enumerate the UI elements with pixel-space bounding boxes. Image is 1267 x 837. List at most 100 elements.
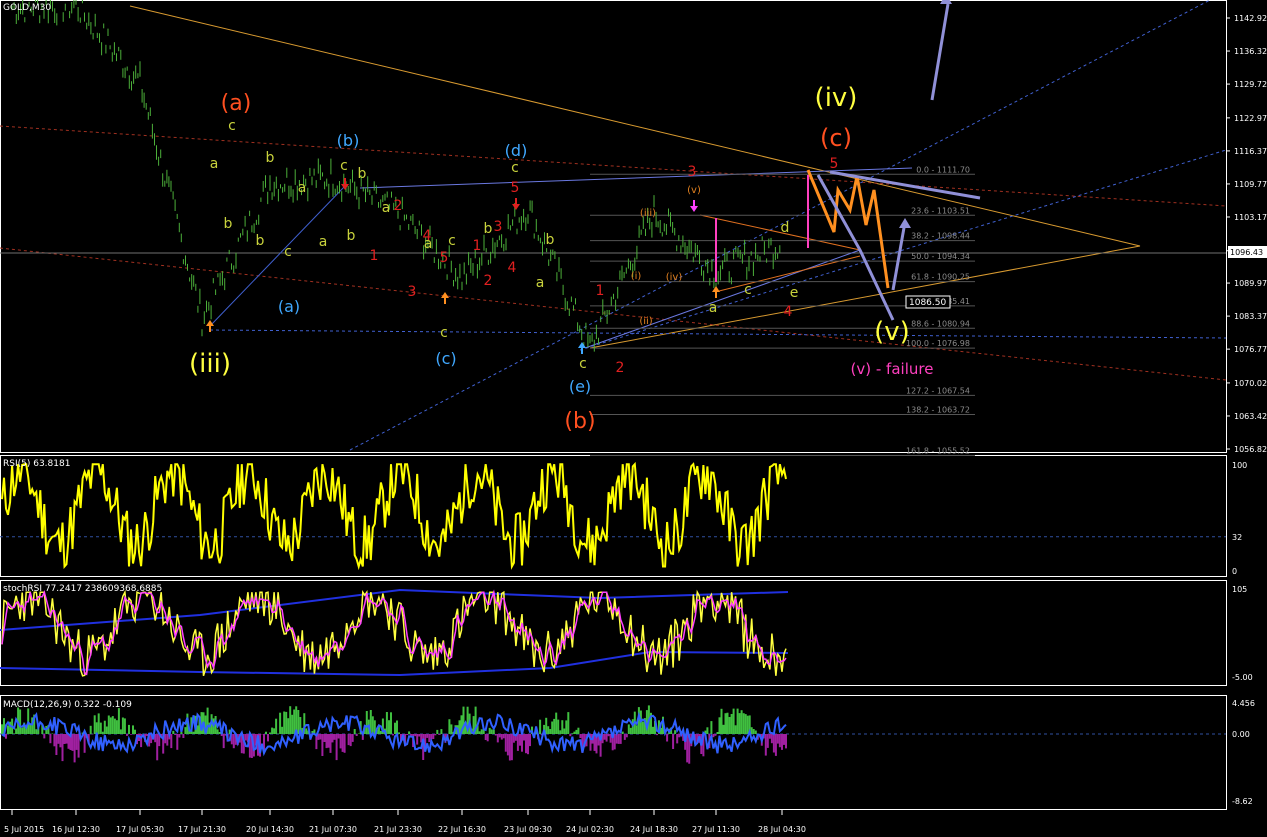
small-wave-label-39: (i) — [631, 271, 642, 282]
price-tick-label-5: 1109.77 — [1234, 180, 1267, 189]
time-label-4: 20 Jul 14:30 — [246, 825, 294, 834]
small-wave-label-12: c — [448, 233, 456, 249]
small-wave-label-38: 5 — [830, 156, 839, 172]
small-wave-label-28: 5 — [440, 250, 449, 266]
small-wave-label-43: (v) — [687, 185, 701, 196]
small-wave-label-7: c — [284, 244, 292, 260]
wave-label-c_paren: (c) — [435, 349, 456, 368]
time-label-7: 22 Jul 16:30 — [438, 825, 486, 834]
stoch-tick-1: -5.00 — [1232, 673, 1253, 682]
fib-label-0: 0.0 - 1111.70 — [916, 165, 970, 174]
small-wave-label-33: 5 — [511, 180, 520, 196]
price-tick-label-2: 1129.72 — [1234, 80, 1267, 89]
time-label-6: 21 Jul 23:30 — [374, 825, 422, 834]
wave-label-a_small_paren: (a) — [278, 297, 300, 316]
small-wave-label-22: e — [790, 285, 799, 301]
small-wave-label-42: (iv) — [666, 272, 683, 283]
wave-label-e_paren: (e) — [569, 377, 591, 396]
time-label-9: 24 Jul 02:30 — [566, 825, 614, 834]
small-wave-label-34: 1 — [596, 283, 605, 299]
small-wave-label-2: b — [266, 150, 275, 166]
small-wave-label-5: b — [256, 233, 265, 249]
small-wave-label-30: 2 — [484, 273, 493, 289]
projection-label: 1086.50 — [909, 298, 946, 308]
rsi-tick-2: 0 — [1232, 567, 1237, 576]
macd-panel-title: MACD(12,26,9) 0.322 -0.109 — [3, 700, 132, 710]
wave-label-b_paren: (b) — [337, 131, 360, 150]
small-wave-label-36: 3 — [688, 164, 697, 180]
small-wave-label-1: a — [210, 156, 219, 172]
small-wave-label-17: a — [536, 275, 545, 291]
fib-label-4: 61.8 - 1090.25 — [911, 273, 970, 282]
time-label-10: 24 Jul 18:30 — [630, 825, 678, 834]
stoch-tick-0: 105 — [1232, 585, 1247, 594]
small-wave-label-3: b — [224, 216, 233, 232]
macd-tick-0: 4.456 — [1232, 699, 1255, 708]
stoch-panel-title: stochRSI 77.2417 238609368.6885 — [3, 584, 162, 594]
wave-label-c_orange: (c) — [820, 124, 852, 152]
small-wave-label-4: a — [298, 180, 307, 196]
price-tick-label-12: 1063.42 — [1234, 412, 1267, 421]
wave-label-iv: (iv) — [815, 83, 858, 113]
rsi-tick-0: 100 — [1232, 461, 1247, 470]
small-wave-label-19: c — [579, 356, 587, 372]
time-label-8: 23 Jul 09:30 — [504, 825, 552, 834]
price-tick-label-1: 1136.32 — [1234, 47, 1267, 56]
small-wave-label-35: 2 — [616, 360, 625, 376]
fib-label-8: 127.2 - 1067.54 — [906, 386, 970, 395]
time-label-0: 5 Jul 2015 — [4, 825, 44, 834]
fib-label-2: 38.2 - 1098.44 — [911, 232, 970, 241]
small-wave-label-14: c — [440, 325, 448, 341]
small-wave-label-26: 3 — [408, 284, 417, 300]
small-wave-label-32: 4 — [508, 260, 517, 276]
price-tick-label-4: 1116.37 — [1234, 147, 1267, 156]
macd-tick-1: 0.00 — [1232, 730, 1250, 739]
small-wave-label-0: c — [228, 118, 236, 134]
time-label-3: 17 Jul 21:30 — [178, 825, 226, 834]
price-tick-label-3: 1122.97 — [1234, 114, 1267, 123]
small-wave-label-31: 3 — [494, 219, 503, 235]
wave-label-failure: (v) - failure — [851, 360, 934, 378]
small-wave-label-41: (iii) — [640, 208, 656, 219]
fib-label-1: 23.6 - 1103.51 — [911, 206, 970, 215]
price-panel-title: GOLD,M30 — [3, 3, 51, 13]
small-wave-label-25: 1 — [370, 248, 379, 264]
price-tick-label-11: 1070.02 — [1234, 379, 1267, 388]
wave-label-d_paren: (d) — [505, 141, 528, 160]
small-wave-label-9: c — [340, 158, 348, 174]
small-wave-label-11: a — [382, 200, 391, 216]
wave-label-v: (v) — [874, 317, 910, 347]
wave-label-b_big: (b) — [564, 409, 595, 434]
price-tick-label-6: 1103.17 — [1234, 213, 1267, 222]
time-label-12: 28 Jul 04:30 — [758, 825, 806, 834]
time-label-5: 21 Jul 07:30 — [309, 825, 357, 834]
small-wave-label-40: (ii) — [639, 316, 652, 327]
small-wave-label-27: 4 — [423, 228, 432, 244]
price-tick-label-10: 1076.77 — [1234, 345, 1267, 354]
small-wave-label-20: c — [744, 282, 752, 298]
small-wave-label-24: 2 — [394, 198, 403, 214]
wave-label-iii: (iii) — [189, 349, 231, 379]
chart-canvas[interactable]: 0.0 - 1111.70 23.6 - 1103.51 38.2 - 1098.4… — [0, 0, 1267, 837]
small-wave-label-23: c — [511, 160, 519, 176]
fib-label-3: 50.0 - 1094.34 — [911, 252, 970, 261]
small-wave-label-6: a — [319, 234, 328, 250]
price-tick-label-9: 1083.37 — [1234, 312, 1267, 321]
fib-label-10: 161.8 - 1055.52 — [906, 447, 970, 456]
price-tick-label-8: 1089.97 — [1234, 279, 1267, 288]
time-label-1: 16 Jul 12:30 — [52, 825, 100, 834]
time-label-11: 27 Jul 11:30 — [692, 825, 740, 834]
small-wave-label-16: b — [546, 232, 555, 248]
small-wave-label-15: b — [484, 221, 493, 237]
price-tick-label-0: 1142.92 — [1234, 14, 1267, 23]
small-wave-label-29: 1 — [473, 238, 482, 254]
fib-label-6: 88.6 - 1080.94 — [911, 319, 970, 328]
fib-label-9: 138.2 - 1063.72 — [906, 405, 970, 414]
small-wave-label-8: b — [358, 166, 367, 182]
wave-label-a_paren: (a) — [221, 91, 252, 116]
current-price-label: 1096.43 — [1230, 248, 1263, 257]
fib-label-7: 100.0 - 1076.98 — [906, 339, 970, 348]
rsi-panel-title: RSI(5) 63.8181 — [3, 459, 70, 469]
small-wave-label-18: a — [709, 300, 718, 316]
macd-tick-2: -8.62 — [1232, 797, 1253, 806]
